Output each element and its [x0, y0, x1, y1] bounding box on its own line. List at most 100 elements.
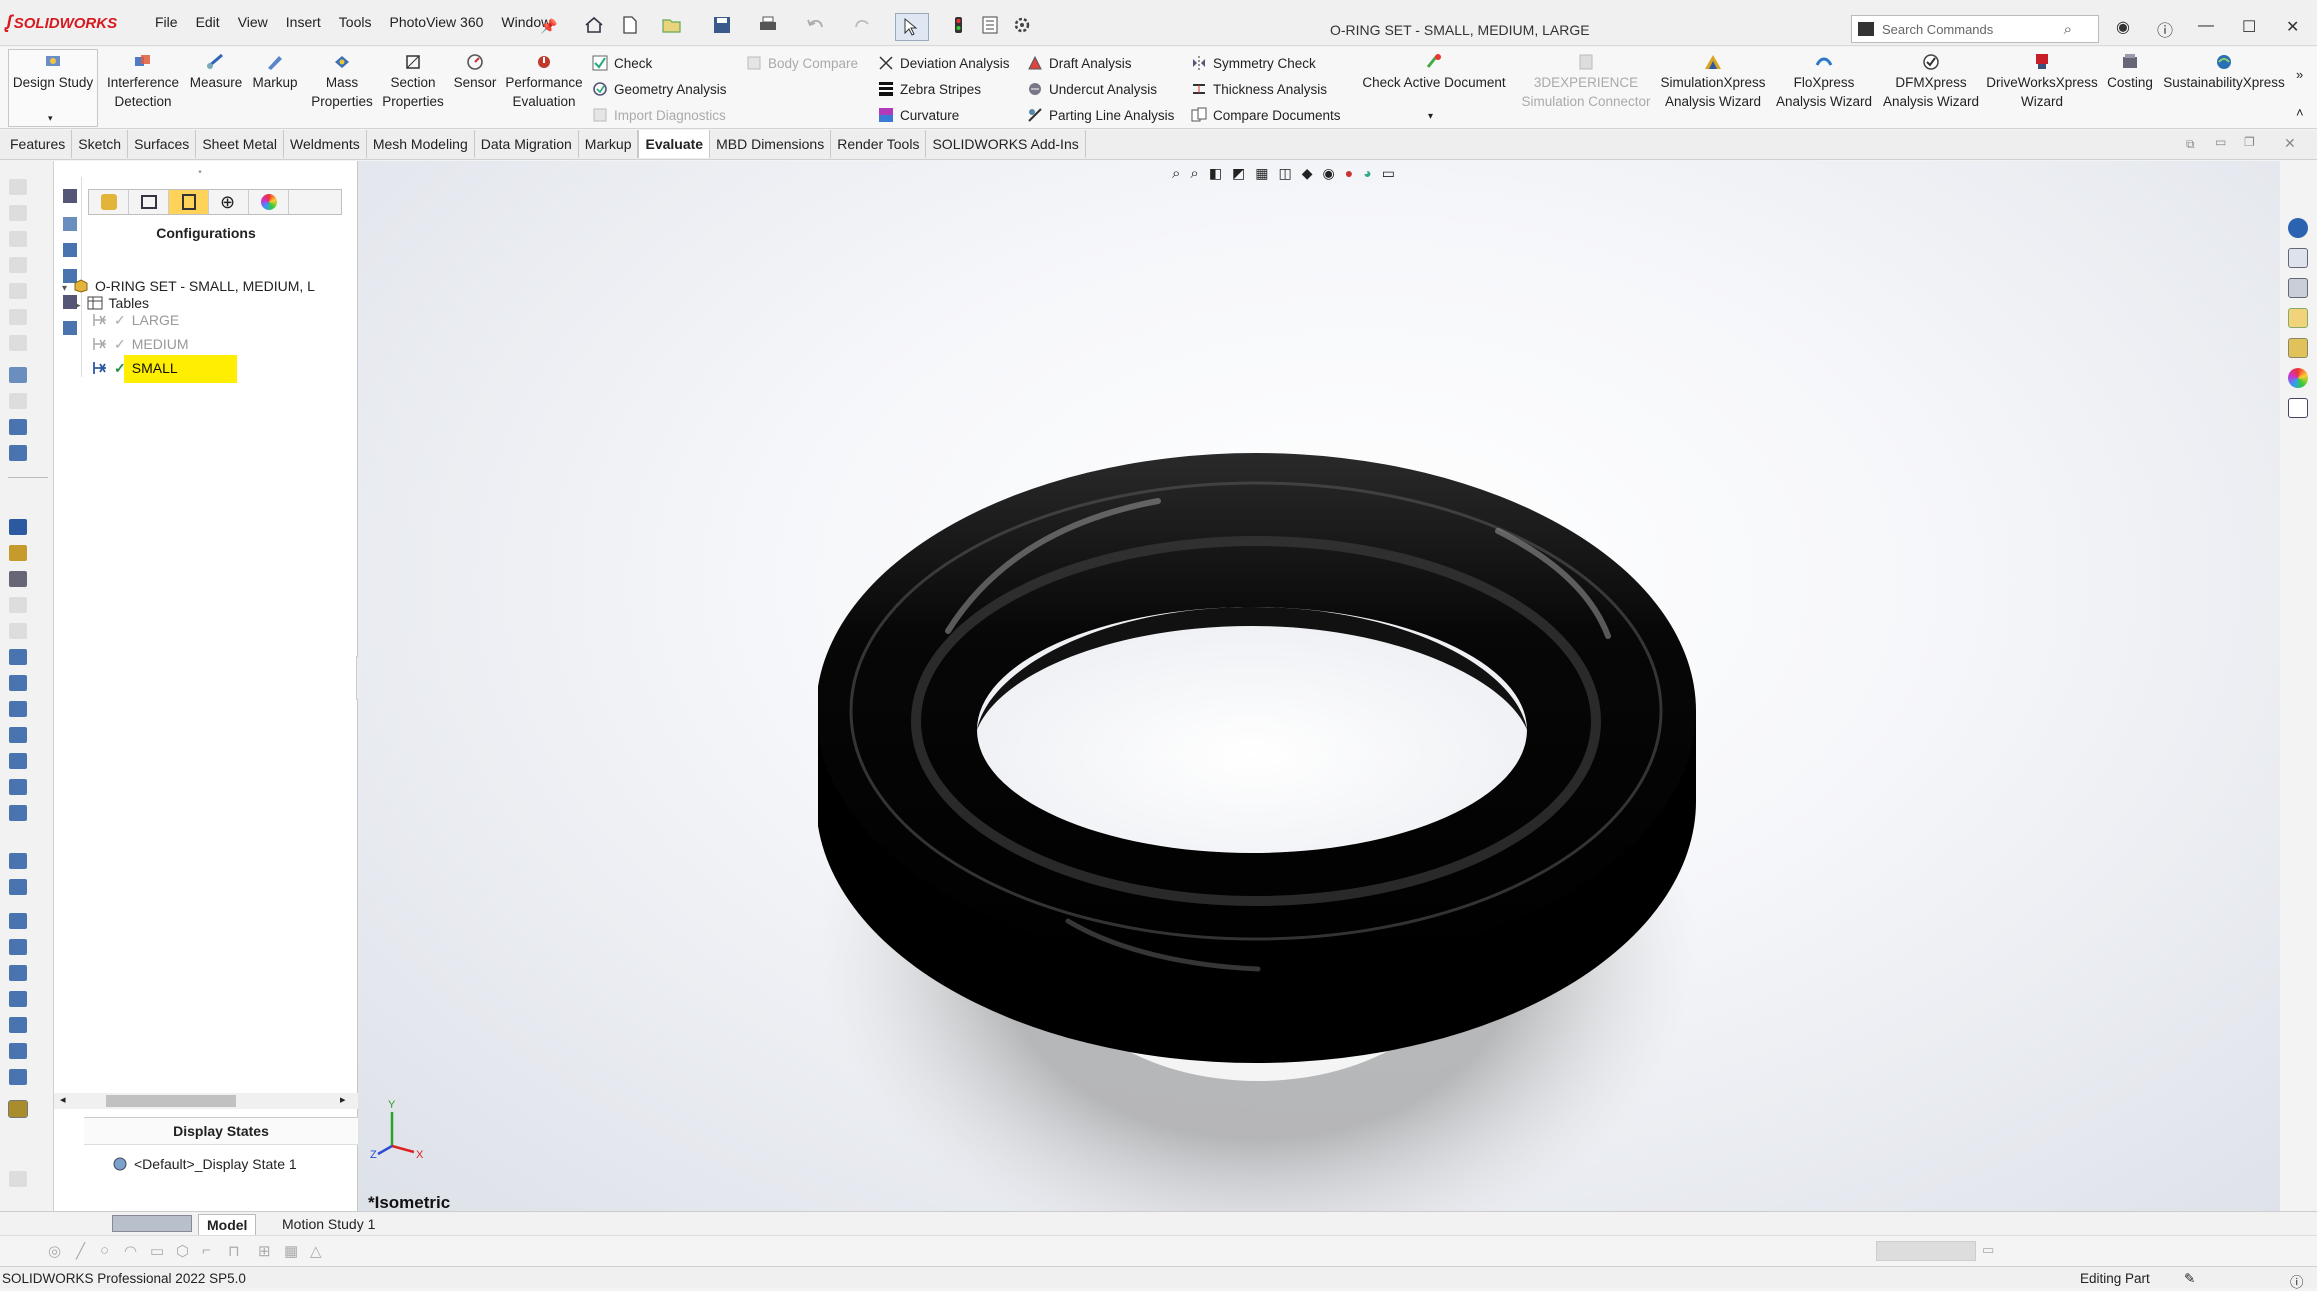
tool-icon-9[interactable]	[9, 393, 27, 409]
display-style-icon[interactable]: ◆	[1302, 165, 1313, 187]
ribbon-more-icon[interactable]: »	[2296, 67, 2303, 82]
menu-edit[interactable]: Edit	[187, 6, 229, 38]
side-icon-1[interactable]	[63, 189, 77, 203]
check-active-document-button[interactable]: Check Active Document	[1358, 53, 1510, 92]
tool-icon-14[interactable]	[9, 571, 27, 587]
tab-sheet-metal[interactable]: Sheet Metal	[196, 130, 285, 158]
design-study-button[interactable]: Design Study	[10, 53, 96, 92]
symmetry-check-button[interactable]: Symmetry Check	[1191, 55, 1316, 71]
rectangle-tool-icon[interactable]: ▭	[150, 1242, 164, 1260]
interference-detection-button[interactable]: Interference Detection	[103, 53, 183, 111]
side-icon-6[interactable]	[63, 321, 77, 335]
tab-solidworks-add-ins[interactable]: SOLIDWORKS Add-Ins	[926, 130, 1086, 158]
tool-icon-22[interactable]	[9, 779, 27, 795]
tool-icon-7[interactable]	[9, 335, 27, 351]
tool-icon-23[interactable]	[9, 805, 27, 821]
dfmxpress-button[interactable]: DFMXpress Analysis Wizard	[1879, 53, 1983, 111]
select-button[interactable]	[895, 13, 929, 41]
tab-motion-study-1[interactable]: Motion Study 1	[274, 1214, 383, 1234]
collapse-arrow-icon[interactable]: ▸	[76, 300, 81, 310]
tile-restore-icon[interactable]: ⧉	[2186, 137, 2195, 152]
close-icon[interactable]: ✕	[2286, 17, 2299, 37]
pattern-tool-icon[interactable]: ▦	[284, 1242, 298, 1260]
tool-icon-21[interactable]	[9, 753, 27, 769]
markup-button[interactable]: Markup	[247, 53, 303, 92]
display-manager-tab[interactable]	[249, 190, 289, 214]
tab-features[interactable]: Features	[4, 130, 73, 158]
minimize-icon[interactable]: —	[2198, 17, 2214, 35]
3d-sketch-icon[interactable]	[9, 519, 27, 535]
tab-evaluate[interactable]: Evaluate	[638, 130, 711, 158]
driveworksxpress-button[interactable]: DriveWorksXpress Wizard	[1986, 53, 2098, 111]
apply-scene-icon[interactable]: ◕	[1363, 165, 1371, 187]
tool-icon-29[interactable]	[9, 991, 27, 1007]
tab-weldments[interactable]: Weldments	[284, 130, 367, 158]
scroll-left-icon[interactable]: ◂	[60, 1093, 66, 1106]
sustainabilityxpress-button[interactable]: SustainabilityXpress	[2160, 53, 2288, 92]
print-icon[interactable]	[758, 16, 778, 34]
sensor-button[interactable]: Sensor	[450, 53, 500, 92]
property-manager-tab[interactable]	[129, 190, 169, 214]
solidworks-resources-icon[interactable]	[2288, 218, 2308, 238]
draft-analysis-button[interactable]: Draft Analysis	[1027, 55, 1132, 71]
view-palette-icon[interactable]	[2288, 338, 2308, 358]
options-gear-icon[interactable]	[1012, 16, 1032, 34]
tool-icon-34[interactable]	[9, 1171, 27, 1187]
undo-icon[interactable]	[806, 16, 826, 34]
zoom-to-area-icon[interactable]: ⌕	[1190, 165, 1198, 187]
tool-icon-1[interactable]	[9, 179, 27, 195]
file-properties-icon[interactable]	[980, 16, 1000, 34]
search-commands-input[interactable]: Search Commands ⌕	[1851, 15, 2099, 43]
section-view-icon[interactable]: ◩	[1232, 165, 1245, 187]
corner-tool-icon[interactable]: ⌐	[202, 1242, 211, 1259]
tool-icon-4[interactable]	[9, 257, 27, 273]
tab-model[interactable]: Model	[198, 1214, 257, 1235]
o-ring-model[interactable]	[818, 421, 1738, 1211]
doc-minimize-icon[interactable]: ▭	[2215, 135, 2226, 149]
save-icon[interactable]	[712, 16, 732, 34]
maximize-icon[interactable]: ☐	[2242, 17, 2256, 37]
config-row-large[interactable]: ✓ LARGE	[92, 312, 179, 329]
undercut-analysis-button[interactable]: Undercut Analysis	[1027, 81, 1157, 97]
display-state-row[interactable]: <Default>_Display State 1	[112, 1156, 297, 1172]
tab-scroll-buttons[interactable]	[112, 1215, 192, 1232]
home-icon[interactable]	[584, 16, 604, 34]
redo-icon[interactable]	[852, 16, 872, 34]
units-dropdown[interactable]	[1876, 1241, 1976, 1261]
tool-icon-26[interactable]	[9, 913, 27, 929]
design-library-icon[interactable]	[2288, 278, 2308, 298]
tree-root-row[interactable]: ▾ O-RING SET - SMALL, MEDIUM, L	[62, 278, 315, 294]
dynamic-annotation-icon[interactable]: ▦	[1255, 165, 1268, 187]
tool-icon-19[interactable]	[9, 701, 27, 717]
tool-icon-13[interactable]	[9, 545, 27, 561]
side-icon-3[interactable]	[63, 243, 77, 257]
scroll-right-icon[interactable]: ▸	[340, 1093, 346, 1106]
side-icon-5[interactable]	[63, 295, 77, 309]
open-icon[interactable]	[662, 16, 682, 34]
pin-icon[interactable]: 📌	[540, 18, 557, 35]
3dexperience-simulation-connector-button[interactable]: 3DEXPERIENCE Simulation Connector	[1518, 53, 1654, 111]
dropdown-option-icon[interactable]: ▭	[1982, 1242, 1994, 1258]
tool-icon-20[interactable]	[9, 727, 27, 743]
new-document-icon[interactable]	[620, 16, 640, 34]
tab-render-tools[interactable]: Render Tools	[831, 130, 927, 158]
menu-photoview[interactable]: PhotoView 360	[380, 6, 492, 38]
thickness-analysis-button[interactable]: Thickness Analysis	[1191, 81, 1327, 97]
curvature-button[interactable]: Curvature	[878, 107, 959, 123]
view-settings-icon[interactable]: ▭	[1382, 165, 1395, 187]
appearances-scenes-icon[interactable]	[2288, 368, 2308, 388]
tool-icon-33[interactable]	[8, 1100, 28, 1118]
trim-tool-icon[interactable]: ⊞	[258, 1242, 271, 1260]
tab-mbd-dimensions[interactable]: MBD Dimensions	[710, 130, 832, 158]
tool-icon-28[interactable]	[9, 965, 27, 981]
tab-sketch[interactable]: Sketch	[72, 130, 129, 158]
tool-icon-17[interactable]	[9, 649, 27, 665]
scrollbar-thumb[interactable]	[106, 1095, 236, 1107]
tool-icon-25[interactable]	[9, 879, 27, 895]
help-status-icon[interactable]: ⓘ	[2290, 1271, 2304, 1291]
triangle-tool-icon[interactable]: △	[310, 1242, 322, 1260]
edit-appearance-icon[interactable]: ●	[1345, 165, 1353, 187]
menu-insert[interactable]: Insert	[277, 6, 330, 38]
tool-icon-16[interactable]	[9, 623, 27, 639]
zebra-stripes-button[interactable]: Zebra Stripes	[878, 81, 981, 97]
